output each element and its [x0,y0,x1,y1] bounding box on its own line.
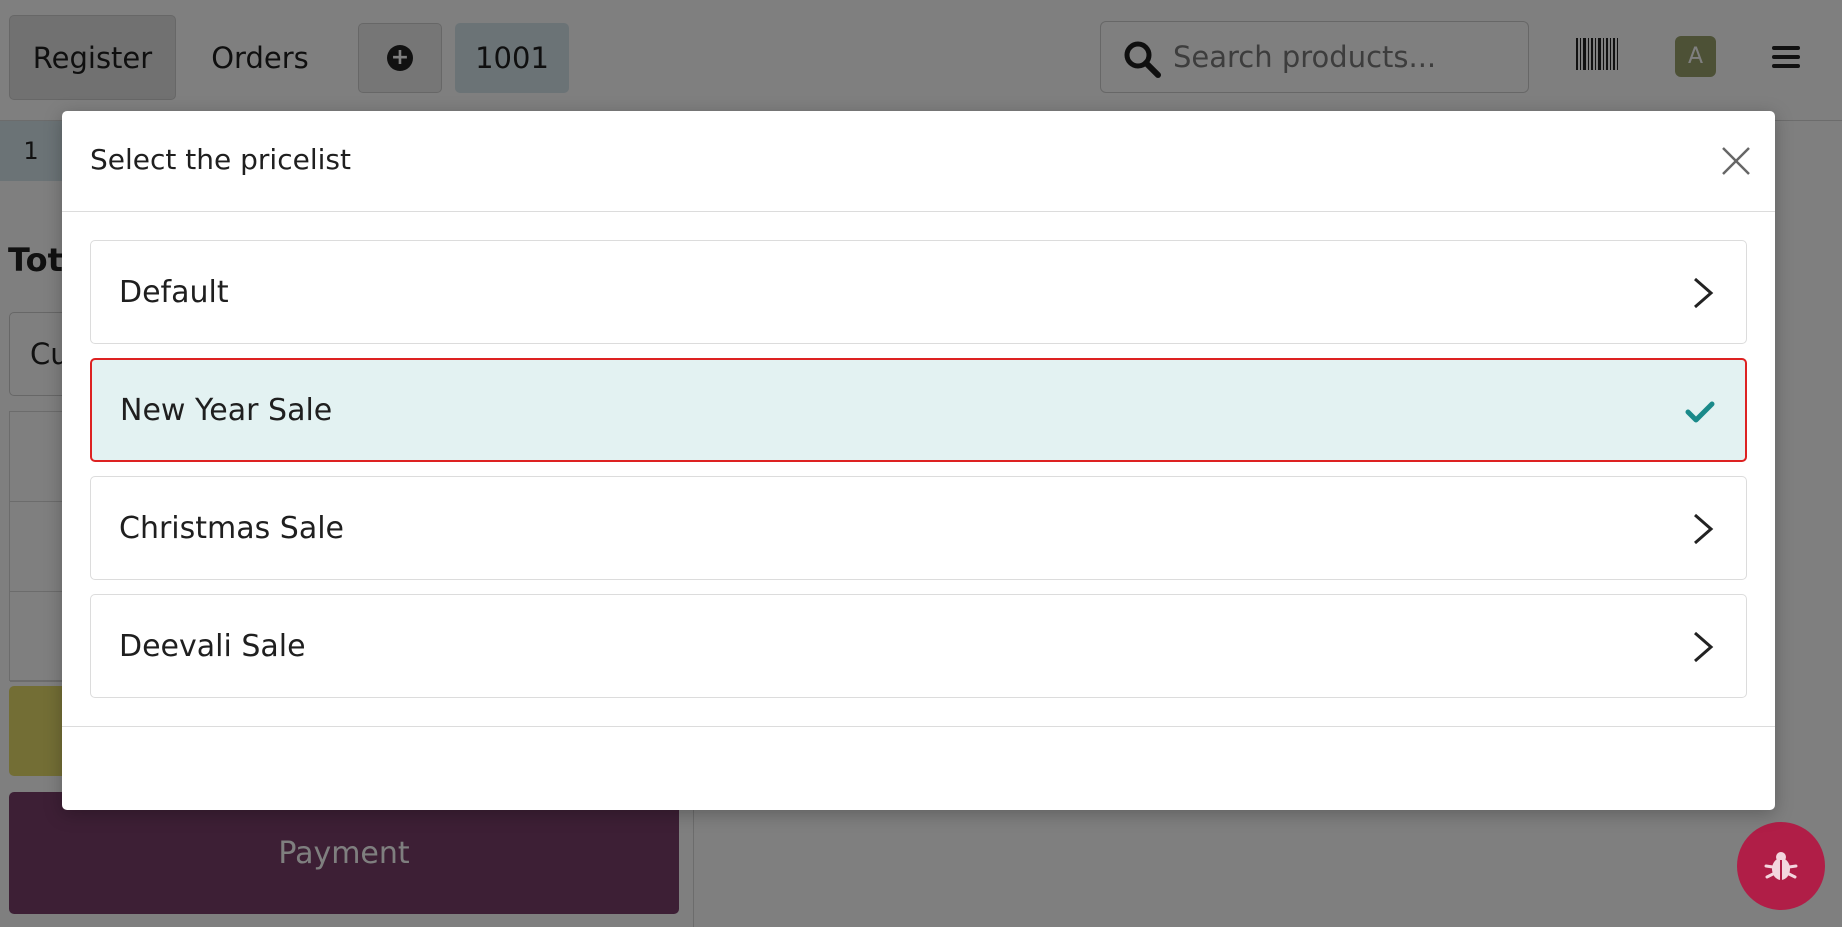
pricelist-modal: Select the pricelist Default New Year Sa… [62,111,1775,810]
pricelist-label: Deevali Sale [119,628,306,664]
pricelist-item-deevali-sale[interactable]: Deevali Sale [90,594,1747,698]
chevron-right-icon [1694,631,1714,663]
modal-header: Select the pricelist [62,111,1775,212]
pricelist-label: New Year Sale [120,392,333,428]
check-icon [1685,401,1715,423]
debug-button[interactable] [1737,822,1825,910]
bug-icon [1764,852,1798,880]
close-icon[interactable] [1719,144,1753,178]
chevron-right-icon [1694,513,1714,545]
pricelist-item-new-year-sale[interactable]: New Year Sale [90,358,1747,462]
pricelist-item-christmas-sale[interactable]: Christmas Sale [90,476,1747,580]
pricelist-label: Default [119,274,229,310]
chevron-right-icon [1694,277,1714,309]
modal-footer-divider [62,726,1775,727]
modal-title: Select the pricelist [90,143,351,176]
pricelist-label: Christmas Sale [119,510,345,546]
pricelist-item-default[interactable]: Default [90,240,1747,344]
